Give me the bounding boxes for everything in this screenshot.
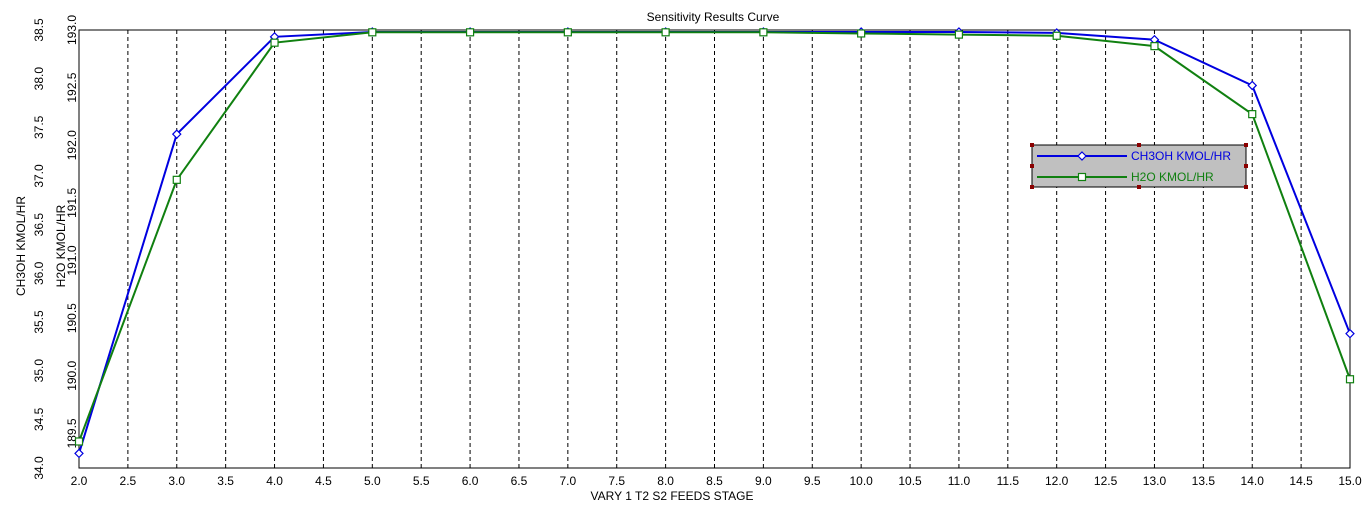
legend-label: CH3OH KMOL/HR xyxy=(1131,149,1231,163)
x-tick-label: 4.0 xyxy=(266,474,283,488)
data-point xyxy=(1052,31,1061,40)
legend-label: H2O KMOL/HR xyxy=(1131,170,1214,184)
y-left-tick-label: 36.0 xyxy=(32,261,46,285)
data-point xyxy=(368,28,377,37)
data-point xyxy=(563,28,572,37)
data-point xyxy=(1247,80,1258,91)
x-tick-label: 7.5 xyxy=(608,474,625,488)
x-tick-label: 13.0 xyxy=(1143,474,1167,488)
y-right-tick-label: 191.0 xyxy=(65,245,79,275)
y-right-tick-label: 192.5 xyxy=(65,72,79,102)
legend-handle xyxy=(1244,143,1248,147)
data-point xyxy=(1150,42,1159,51)
y-left-tick-label: 34.0 xyxy=(32,456,46,480)
legend-marker xyxy=(1077,172,1087,182)
x-tick-label: 10.0 xyxy=(849,474,873,488)
x-tick-label: 8.5 xyxy=(706,474,723,488)
legend-handle xyxy=(1030,185,1034,189)
legend: CH3OH KMOL/HR H2O KMOL/HR xyxy=(1030,143,1248,189)
y-left-tick-label: 35.5 xyxy=(32,310,46,334)
y-left-tick-label: 34.5 xyxy=(32,407,46,431)
data-point xyxy=(172,175,181,184)
data-point xyxy=(465,28,475,37)
x-tick-label: 11.5 xyxy=(997,474,1020,488)
y-left-tick-label: 37.0 xyxy=(32,164,46,188)
x-tick-label: 9.0 xyxy=(755,474,772,488)
x-tick-label: 9.5 xyxy=(804,474,821,488)
x-tick-label: 8.0 xyxy=(657,474,674,488)
x-tick-label: 2.0 xyxy=(71,474,88,488)
sensitivity-chart: Sensitivity Results Curve VARY 1 T2 S2 F… xyxy=(0,0,1365,512)
x-tick-label: 7.0 xyxy=(560,474,577,488)
x-tick-label: 15.0 xyxy=(1338,474,1362,488)
legend-handle xyxy=(1137,143,1141,147)
data-point xyxy=(74,448,84,459)
y-left-tick-label: 38.5 xyxy=(32,18,46,42)
legend-handle xyxy=(1244,185,1248,189)
data-point xyxy=(759,28,768,37)
x-axis-label: VARY 1 T2 S2 FEEDS STAGE xyxy=(591,489,754,503)
legend-handle xyxy=(1030,164,1034,168)
x-tick-label: 14.5 xyxy=(1289,474,1313,488)
x-tick-label: 12.5 xyxy=(1094,474,1118,488)
x-tick-label: 4.5 xyxy=(315,474,332,488)
y-left-tick-label: 36.5 xyxy=(32,213,46,237)
x-tick-label: 12.0 xyxy=(1045,474,1069,488)
y-axis-label-left: CH3OH KMOL/HR xyxy=(14,196,28,296)
data-point xyxy=(74,437,84,446)
x-tick-label: 10.5 xyxy=(898,474,922,488)
data-point xyxy=(1248,110,1257,119)
y-right-tick-label: 190.5 xyxy=(65,303,79,333)
chart-title: Sensitivity Results Curve xyxy=(647,10,780,24)
y-left-tick-label: 38.0 xyxy=(32,67,46,91)
data-point xyxy=(1345,328,1355,339)
x-tick-label: 6.0 xyxy=(462,474,479,488)
x-tick-label: 5.5 xyxy=(413,474,430,488)
x-tick-label: 3.0 xyxy=(168,474,185,488)
x-tick-label: 14.0 xyxy=(1241,474,1265,488)
x-tick-label: 13.5 xyxy=(1192,474,1216,488)
x-tick-label: 2.5 xyxy=(120,474,137,488)
data-point xyxy=(661,28,670,37)
legend-handle xyxy=(1244,164,1248,168)
x-tick-label: 3.5 xyxy=(217,474,234,488)
data-point xyxy=(954,30,964,39)
y-right-tick-label: 192.0 xyxy=(65,130,79,160)
data-point xyxy=(1345,375,1355,384)
legend-handle xyxy=(1030,143,1034,147)
x-tick-label: 5.0 xyxy=(364,474,381,488)
legend-handle xyxy=(1137,185,1141,189)
y-right-tick-label: 190.0 xyxy=(65,360,79,390)
chart-canvas: Sensitivity Results Curve VARY 1 T2 S2 F… xyxy=(14,10,1362,503)
y-left-tick-label: 37.5 xyxy=(32,115,46,139)
data-point xyxy=(857,29,866,38)
x-tick-label: 11.0 xyxy=(948,474,971,488)
x-tick-label: 6.5 xyxy=(511,474,528,488)
data-point xyxy=(270,38,279,47)
y-left-tick-label: 35.0 xyxy=(32,359,46,383)
y-right-tick-label: 191.5 xyxy=(65,188,79,218)
y-right-tick-label: 193.0 xyxy=(65,15,79,45)
